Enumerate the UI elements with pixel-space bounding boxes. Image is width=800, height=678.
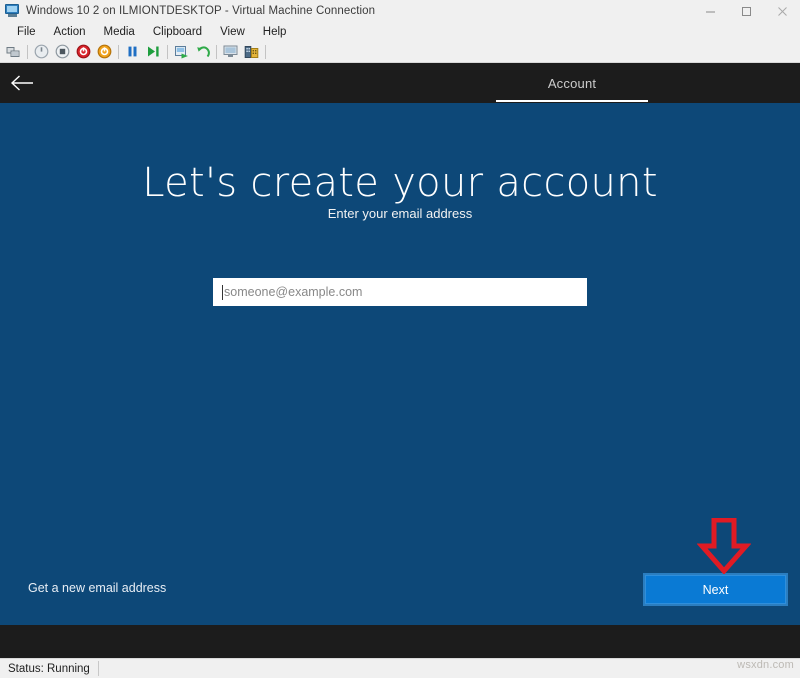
minimize-icon[interactable] [692,0,728,22]
watermark: wsxdn.com [737,659,794,671]
get-new-email-link[interactable]: Get a new email address [28,581,166,595]
menu-bar: File Action Media Clipboard View Help [0,22,800,41]
close-icon[interactable] [764,0,800,22]
shutdown-icon[interactable] [52,42,73,62]
tab-account-label: Account [548,76,596,91]
resume-icon[interactable] [143,42,164,62]
page-subtitle: Enter your email address [0,206,800,221]
toolbar-separator [118,45,119,59]
red-down-arrow-icon [697,518,751,574]
reset-icon[interactable] [94,42,115,62]
enhanced-session-icon[interactable] [220,42,241,62]
menu-item-action[interactable]: Action [45,24,95,40]
status-text: Status: Running [0,661,99,676]
next-button[interactable]: Next [645,575,786,604]
menu-item-media[interactable]: Media [95,24,144,40]
ctrl-alt-delete-icon[interactable] [3,42,24,62]
page-title: Let's create your account [0,160,800,206]
settings-icon[interactable] [241,42,262,62]
oobe-footer-bar [0,625,800,658]
menu-item-view[interactable]: View [211,24,254,40]
menu-item-file[interactable]: File [8,24,45,40]
back-arrow-icon [10,74,36,92]
status-bar: Status: Running [0,658,800,678]
pause-icon[interactable] [122,42,143,62]
text-caret [222,285,223,300]
revert-icon[interactable] [192,42,213,62]
checkpoint-icon[interactable] [171,42,192,62]
toolbar-separator [167,45,168,59]
turn-off-icon[interactable] [73,42,94,62]
maximize-icon[interactable] [728,0,764,22]
virtual-machine-connection-window: Windows 10 2 on ILMIONTDESKTOP - Virtual… [0,0,800,678]
virtual-machine-icon [5,4,21,17]
toolbar-separator [27,45,28,59]
tab-active-underline [496,100,648,102]
vm-screen: Account Let's create your account Enter … [0,63,800,658]
back-button[interactable] [6,67,40,99]
oobe-header [0,63,800,103]
toolbar-separator [216,45,217,59]
toolbar-separator [265,45,266,59]
window-title: Windows 10 2 on ILMIONTDESKTOP - Virtual… [26,5,375,17]
email-placeholder: someone@example.com [224,285,362,299]
toolbar [0,41,800,63]
start-icon[interactable] [31,42,52,62]
window-controls [692,0,800,22]
menu-item-clipboard[interactable]: Clipboard [144,24,211,40]
title-bar: Windows 10 2 on ILMIONTDESKTOP - Virtual… [0,0,800,22]
email-field[interactable]: someone@example.com [213,278,587,306]
menu-item-help[interactable]: Help [254,24,296,40]
tab-account[interactable]: Account [496,63,648,103]
next-button-label: Next [703,583,729,597]
